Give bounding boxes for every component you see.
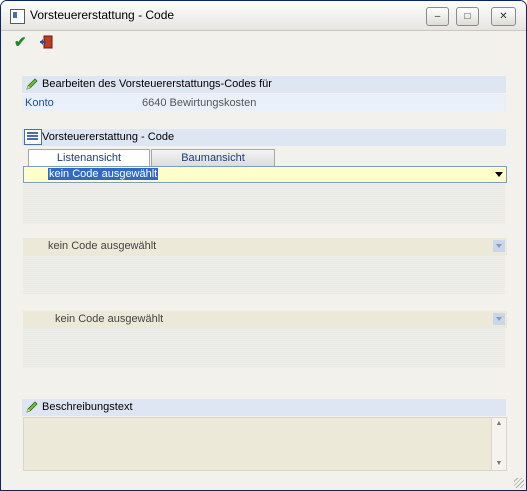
toolbar: ✔ xyxy=(1,31,526,53)
code-list-panel-2 xyxy=(23,255,505,295)
konto-label: Konto xyxy=(25,97,54,109)
vertical-scrollbar[interactable]: ▲ ▼ xyxy=(491,418,506,470)
checkmark-icon[interactable]: ✔ xyxy=(14,33,27,51)
list-icon xyxy=(24,129,42,145)
scroll-up-icon[interactable]: ▲ xyxy=(492,418,506,430)
window-title: Vorsteuererstattung - Code xyxy=(30,8,175,22)
code-select-2[interactable]: kein Code ausgewählt xyxy=(23,238,507,255)
code-select-1[interactable]: kein Code ausgewählt xyxy=(23,166,507,183)
konto-value: 6640 Bewirtungskosten xyxy=(142,97,257,109)
description-section-header: Beschreibungstext xyxy=(22,399,506,416)
close-button[interactable]: ✕ xyxy=(491,7,516,26)
chevron-down-icon[interactable] xyxy=(493,313,505,325)
code-list-panel-1 xyxy=(23,183,505,224)
code-list-panel-3 xyxy=(23,328,505,368)
maximize-button[interactable]: □ xyxy=(456,7,479,26)
dialog-window: Vorsteuererstattung - Code ‒ □ ✕ ✔ Bearb… xyxy=(0,0,527,491)
code-select-2-value: kein Code ausgewählt xyxy=(48,240,157,252)
description-textarea[interactable]: ▲ ▼ xyxy=(23,417,507,471)
exit-door-icon[interactable] xyxy=(39,35,53,49)
chevron-down-icon[interactable] xyxy=(493,240,505,252)
edit-section-header: Bearbeiten des Vorsteuererstattungs-Code… xyxy=(22,76,506,93)
minimize-button[interactable]: ‒ xyxy=(426,7,449,26)
konto-row: Konto 6640 Bewirtungskosten xyxy=(22,94,506,111)
pencil-icon xyxy=(26,78,38,90)
chevron-down-icon[interactable] xyxy=(493,168,505,180)
tab-listenansicht[interactable]: Listenansicht xyxy=(28,149,150,167)
code-select-1-value: kein Code ausgewählt xyxy=(48,168,159,180)
scroll-down-icon[interactable]: ▼ xyxy=(492,458,506,470)
code-section-header: Vorsteuererstattung - Code xyxy=(22,129,506,146)
edit-section-title: Bearbeiten des Vorsteuererstattungs-Code… xyxy=(42,78,272,90)
code-select-3-value: kein Code ausgewählt xyxy=(55,313,164,325)
resize-grip[interactable] xyxy=(514,478,524,488)
tab-baumansicht[interactable]: Baumansicht xyxy=(151,149,275,166)
pencil-icon xyxy=(26,401,38,413)
app-icon xyxy=(10,9,25,24)
code-section-title: Vorsteuererstattung - Code xyxy=(42,131,175,143)
description-section-title: Beschreibungstext xyxy=(42,401,133,413)
code-select-3[interactable]: kein Code ausgewählt xyxy=(23,311,507,328)
title-bar[interactable]: Vorsteuererstattung - Code ‒ □ ✕ xyxy=(1,1,526,31)
